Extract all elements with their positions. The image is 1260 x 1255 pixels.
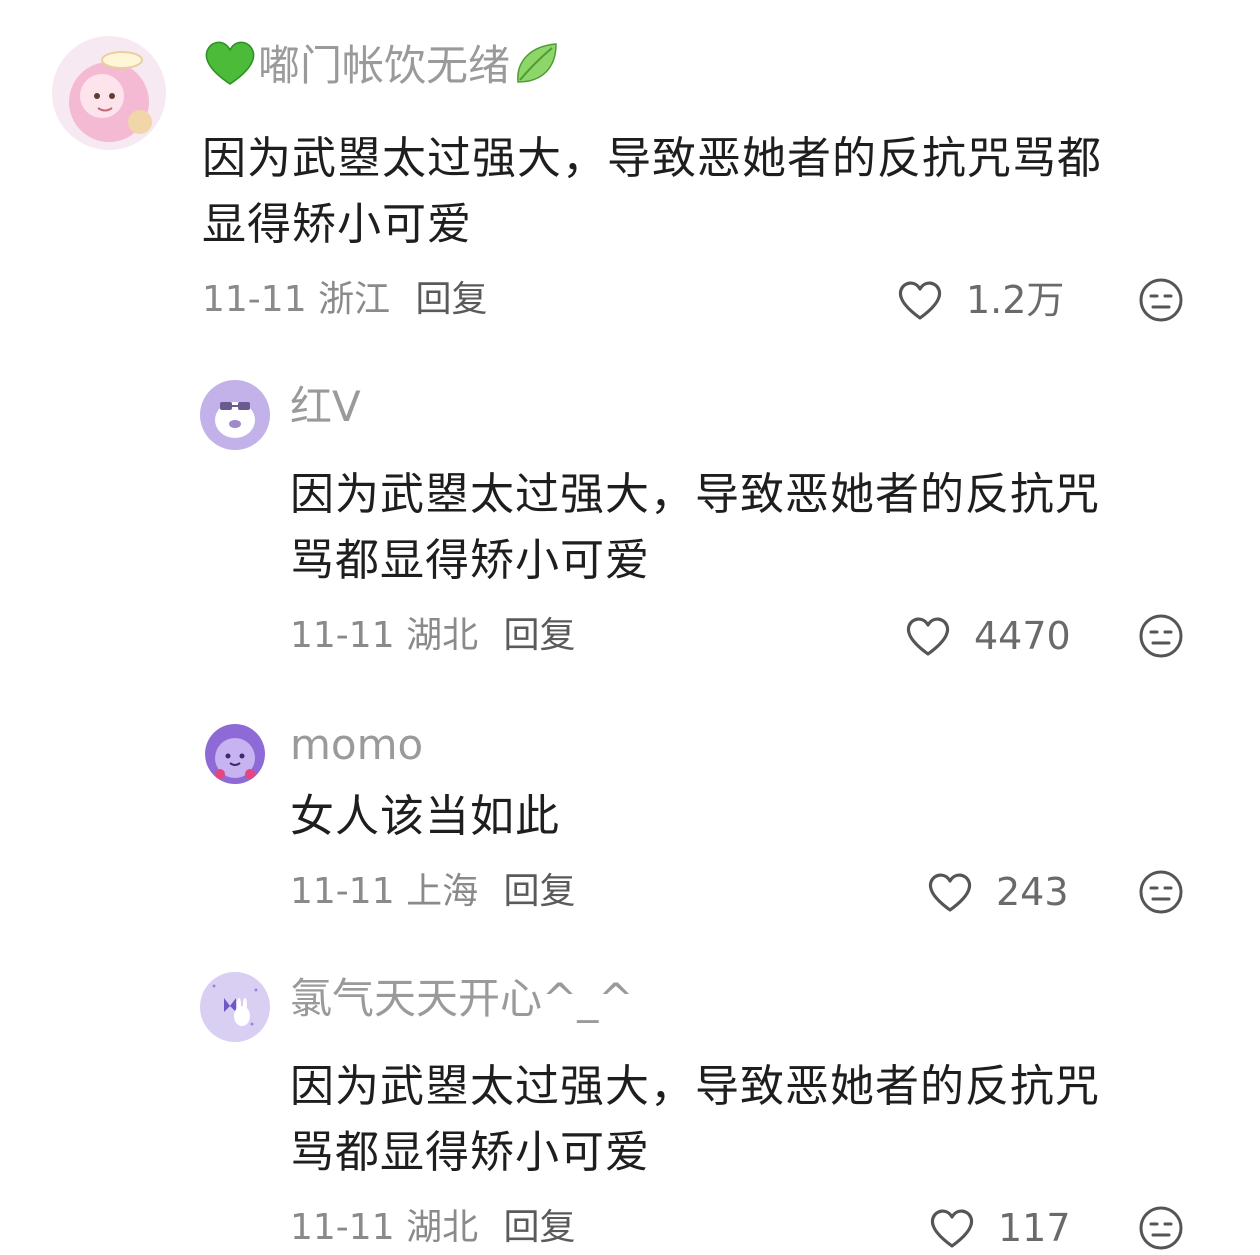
comment-date: 11-11 <box>290 871 395 912</box>
username-text: momo <box>290 720 424 769</box>
comment-text-line: 骂都显得矫小可爱 <box>290 535 650 586</box>
meh-face-icon <box>1139 278 1183 322</box>
username-text: 氯气天天开心^_^ <box>290 974 634 1023</box>
like-count: 4470 <box>974 614 1071 658</box>
comment-text-line: 因为武曌太过强大，导致恶她者的反抗咒 <box>290 1061 1100 1112</box>
heart-outline-icon <box>930 1209 974 1248</box>
like-count: 1.2万 <box>966 278 1065 322</box>
comment-date: 11-11 <box>290 1207 395 1248</box>
comment-text-line: 因为武曌太过强大，导致恶她者的反抗咒 <box>290 469 1100 520</box>
username[interactable]: momo <box>290 720 423 770</box>
reply-item: 氯气天天开心^_^ 因为武曌太过强大，导致恶她者的反抗咒 骂都显得矫小可爱 11… <box>0 952 1260 1250</box>
comment-text-line: 女人该当如此 <box>290 791 560 842</box>
reply-button[interactable]: 回复 <box>504 1207 576 1248</box>
comment-meta: 11-11 浙江 回复 <box>202 278 488 322</box>
meh-face-icon <box>1139 614 1183 658</box>
leaf-icon <box>510 38 562 99</box>
comment-text: 女人该当如此 <box>290 784 1210 850</box>
comment-meta: 11-11 湖北 回复 <box>290 614 576 658</box>
reply-item: 红V 因为武曌太过强大，导致恶她者的反抗咒 骂都显得矫小可爱 11-11 湖北 … <box>0 360 1260 680</box>
heart-outline-icon <box>906 617 950 656</box>
dislike-button[interactable] <box>1138 613 1184 663</box>
comment-text-line: 显得矫小可爱 <box>202 199 472 250</box>
like-button[interactable]: 243 <box>926 870 1069 914</box>
reply-item: momo 女人该当如此 11-11 上海 回复 243 <box>0 700 1260 950</box>
comment-meta: 11-11 湖北 回复 <box>290 1206 576 1250</box>
comment-location: 湖北 <box>406 1207 479 1248</box>
meh-face-icon <box>1139 1206 1183 1250</box>
user-avatar[interactable] <box>200 380 270 450</box>
comment-text: 因为武曌太过强大，导致恶她者的反抗咒 骂都显得矫小可爱 <box>290 462 1210 594</box>
comment-text: 因为武曌太过强大，导致恶她者的反抗咒 骂都显得矫小可爱 <box>290 1054 1210 1186</box>
username[interactable]: 氯气天天开心^_^ <box>290 974 633 1024</box>
heart-outline-icon <box>928 873 972 912</box>
comment-text-line: 因为武曌太过强大，导致恶她者的反抗咒骂都 <box>202 133 1102 184</box>
username-text: 红V <box>290 382 361 431</box>
dislike-button[interactable] <box>1138 277 1184 327</box>
reply-button[interactable]: 回复 <box>416 279 488 320</box>
comment-location: 湖北 <box>406 615 479 656</box>
heart-outline-icon <box>898 281 942 320</box>
reply-button[interactable]: 回复 <box>504 871 576 912</box>
comment-date: 11-11 <box>202 279 307 320</box>
user-avatar[interactable] <box>200 972 270 1042</box>
dislike-button[interactable] <box>1138 869 1184 919</box>
comment-location: 上海 <box>406 871 479 912</box>
dislike-button[interactable] <box>1138 1205 1184 1255</box>
like-count: 117 <box>998 1206 1071 1250</box>
comment-date: 11-11 <box>290 615 395 656</box>
green-heart-icon <box>202 38 258 99</box>
comment-text: 因为武曌太过强大，导致恶她者的反抗咒骂都 显得矫小可爱 <box>202 126 1202 258</box>
like-count: 243 <box>996 870 1069 914</box>
username-text: 嘟门帐饮无绪 <box>258 41 511 90</box>
user-avatar[interactable] <box>52 36 166 150</box>
username[interactable]: 红V <box>290 382 361 432</box>
like-button[interactable]: 4470 <box>904 614 1071 658</box>
user-avatar[interactable] <box>200 718 270 788</box>
meh-face-icon <box>1139 870 1183 914</box>
comment-location: 浙江 <box>318 279 391 320</box>
like-button[interactable]: 1.2万 <box>896 278 1064 322</box>
reply-button[interactable]: 回复 <box>504 615 576 656</box>
comment-text-line: 骂都显得矫小可爱 <box>290 1127 650 1178</box>
username[interactable]: 嘟门帐饮无绪 <box>202 38 562 99</box>
like-button[interactable]: 117 <box>928 1206 1071 1250</box>
comment-item: 嘟门帐饮无绪 因为武曌太过强大，导致恶她者的反抗咒骂都 显得矫小可爱 11-11… <box>0 0 1260 340</box>
comment-meta: 11-11 上海 回复 <box>290 870 576 914</box>
